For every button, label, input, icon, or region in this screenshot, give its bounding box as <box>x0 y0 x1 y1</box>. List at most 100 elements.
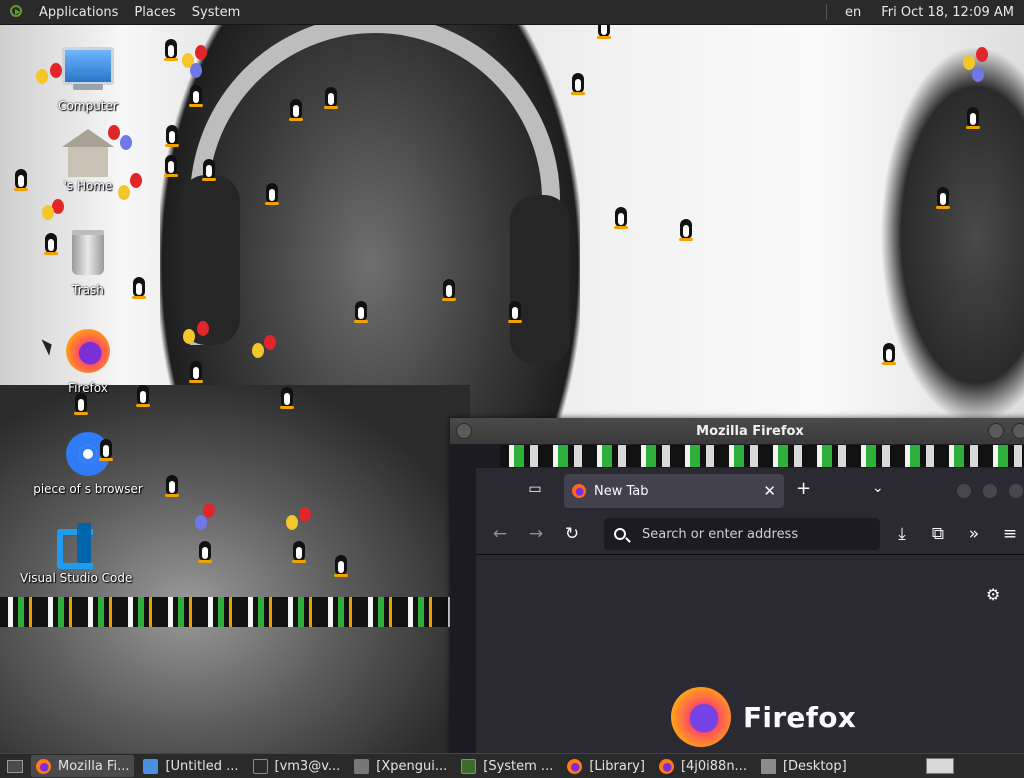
tab-label: New Tab <box>594 483 649 499</box>
taskbar-item-untitled[interactable]: [Untitled ... <box>138 755 243 777</box>
forward-arrow-icon[interactable]: → <box>524 522 548 546</box>
maximize-button[interactable] <box>1012 423 1024 439</box>
desktop-icon-label: Computer <box>58 99 118 113</box>
firefox-view-icon[interactable]: ▭ <box>526 480 544 498</box>
penguin-sprite <box>200 159 218 181</box>
penguin-sprite <box>595 25 613 39</box>
taskbar-item-label: [Xpengui... <box>376 758 448 774</box>
window-menu-button[interactable] <box>456 423 472 439</box>
penguin-sprite <box>352 301 370 323</box>
wallpaper-repeat-photo <box>880 45 1024 425</box>
penguin-sprite <box>880 343 898 365</box>
penguin-sprite <box>934 187 952 209</box>
taskbar-item-label: [Library] <box>589 758 645 774</box>
tab-new-tab[interactable]: New Tab ✕ <box>564 474 784 508</box>
balloon <box>130 173 142 188</box>
show-desktop-button[interactable] <box>3 756 27 776</box>
taskbar-item-desktop[interactable]: [Desktop] <box>756 755 852 777</box>
taskbar-item-terminal[interactable]: [vm3@v... <box>248 755 346 777</box>
penguin-sprite <box>506 301 524 323</box>
new-tab-button[interactable]: + <box>796 480 811 498</box>
back-arrow-icon[interactable]: ← <box>488 522 512 546</box>
navigation-toolbar: ← → ↻ ⤓ ⧉ » ≡ <box>476 514 1024 555</box>
window-titlebar[interactable]: Mozilla Firefox <box>450 418 1024 444</box>
desktop-icon-label: piece of s browser <box>33 482 143 496</box>
system-monitor-icon <box>461 758 477 774</box>
mate-menu-logo-icon[interactable] <box>8 3 26 21</box>
clock[interactable]: Fri Oct 18, 12:09 AM <box>871 5 1024 20</box>
panel-indicators: en Fri Oct 18, 12:09 AM <box>826 4 1024 20</box>
wallpaper-headphone-left <box>180 175 240 345</box>
taskbar-item-library[interactable]: [Library] <box>562 755 650 777</box>
tab-bar: ▭ New Tab ✕ + ⌄ <box>476 468 1024 514</box>
penguin-sprite <box>332 555 350 577</box>
penguin-sprite <box>134 385 152 407</box>
reload-icon[interactable]: ↻ <box>560 522 584 546</box>
extensions-puzzle-icon[interactable]: ⧉ <box>926 522 950 546</box>
search-icon <box>614 528 626 540</box>
window-control-button[interactable] <box>1008 483 1024 499</box>
keyboard-layout-indicator[interactable]: en <box>835 5 871 20</box>
taskbar-item-firefox-2[interactable]: [4j0i88n... <box>654 755 752 777</box>
firefox-icon <box>66 329 110 373</box>
balloon <box>976 47 988 62</box>
download-icon[interactable]: ⤓ <box>890 522 914 546</box>
penguin-sprite <box>964 107 982 129</box>
balloon <box>190 63 202 78</box>
minimize-button[interactable] <box>988 423 1004 439</box>
close-icon[interactable]: ✕ <box>763 482 776 500</box>
window-control-button[interactable] <box>956 483 972 499</box>
balloon <box>108 125 120 140</box>
penguin-sprite <box>612 207 630 229</box>
applications-menu[interactable]: Applications <box>31 5 126 20</box>
workspace-switcher[interactable] <box>926 758 954 774</box>
system-menu[interactable]: System <box>184 5 248 20</box>
taskbar-item-xpenguins[interactable]: [Xpengui... <box>349 755 452 777</box>
firefox-logo-icon <box>671 687 731 747</box>
desktop-icon-chromium[interactable]: piece of s browser <box>23 432 153 496</box>
desktop-icon-vscode[interactable]: Visual Studio Code <box>20 521 133 585</box>
taskbar-item-label: [4j0i88n... <box>680 758 747 774</box>
overflow-chevrons-icon[interactable]: » <box>962 522 986 546</box>
taskbar-item-firefox[interactable]: Mozilla Fi... <box>31 755 135 777</box>
home-folder-icon <box>62 129 114 177</box>
search-input[interactable] <box>640 525 864 543</box>
chevron-down-icon[interactable]: ⌄ <box>872 480 884 496</box>
desktop-icon-computer[interactable]: Computer <box>33 47 143 113</box>
taskbar-item-label: [vm3@v... <box>274 758 341 774</box>
penguin-sprite <box>163 125 181 147</box>
taskbar-item-label: [System ... <box>483 758 554 774</box>
taskbar-item-system[interactable]: [System ... <box>456 755 558 777</box>
desktop-icon-label: Visual Studio Code <box>20 571 133 585</box>
balloon <box>50 63 62 78</box>
penguin-sprite <box>290 541 308 563</box>
penguin-sprite <box>187 361 205 383</box>
wallpaper-headphone-band <box>190 25 560 345</box>
firefox-wordmark: Firefox <box>743 700 857 734</box>
firefox-icon <box>658 758 674 774</box>
trash-icon <box>72 230 104 275</box>
url-bar[interactable] <box>604 518 880 550</box>
hamburger-menu-icon[interactable]: ≡ <box>998 522 1022 546</box>
taskbar-item-label: Mozilla Fi... <box>58 758 130 774</box>
balloon <box>286 515 298 530</box>
desktop-icon-label: Trash <box>72 283 104 297</box>
window-control-button[interactable] <box>982 483 998 499</box>
taskbar-item-label: [Untitled ... <box>165 758 239 774</box>
penguin-sprite <box>12 169 30 191</box>
penguin-sprite <box>322 87 340 109</box>
gear-icon[interactable]: ⚙ <box>986 585 1000 604</box>
penguin-sprite <box>677 219 695 241</box>
places-menu[interactable]: Places <box>126 5 183 20</box>
penguin-sprite <box>187 85 205 107</box>
bottom-taskbar: Mozilla Fi... [Untitled ... [vm3@v... [X… <box>0 753 1024 778</box>
computer-icon <box>62 47 114 90</box>
penguin-sprite <box>162 155 180 177</box>
firefox-window[interactable]: Mozilla Firefox ▭ New Tab ✕ + ⌄ ← → ↻ ⤓ … <box>450 418 1024 758</box>
firefox-icon <box>567 758 583 774</box>
firefox-favicon-icon <box>572 484 586 498</box>
penguin-crowd-row <box>0 597 476 627</box>
new-tab-page[interactable]: ⚙ Firefox <box>476 555 1024 758</box>
penguin-sprite <box>162 39 180 61</box>
penguin-sprite <box>278 387 296 409</box>
